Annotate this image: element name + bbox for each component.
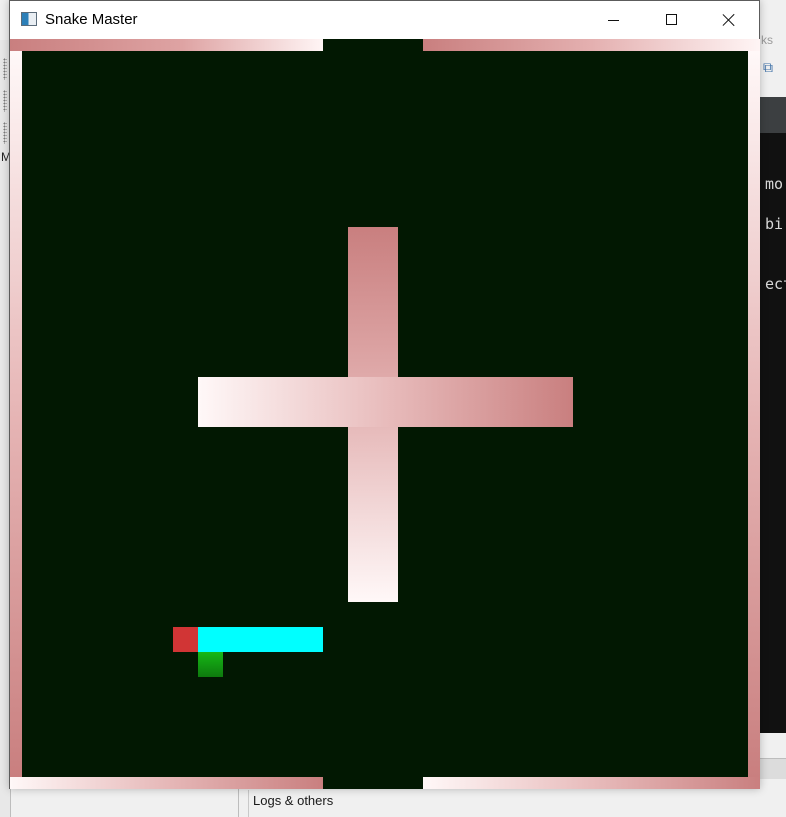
snake-body	[198, 627, 323, 652]
terminal-line: bi	[765, 215, 784, 233]
maximize-icon	[666, 14, 677, 25]
background-tab-bar	[760, 97, 786, 133]
minimize-button[interactable]	[584, 1, 642, 39]
snake-head	[173, 627, 198, 652]
logs-tab-label[interactable]: Logs & others	[253, 793, 333, 808]
game-board[interactable]	[10, 39, 760, 789]
terminal-line: mo	[765, 175, 784, 193]
terminal-line: ect	[765, 275, 786, 293]
background-scrollbar[interactable]	[760, 758, 786, 779]
window-title: Snake Master	[45, 11, 138, 28]
hierarchy-icon[interactable]: ⧉	[763, 58, 781, 76]
wall-right	[748, 51, 760, 777]
toolbar-grip[interactable]	[3, 90, 7, 112]
wall-bottom-right	[423, 777, 760, 789]
background-terminal: mo bi ect	[760, 133, 786, 733]
maximize-button[interactable]	[642, 1, 700, 39]
toolbar-grip[interactable]	[3, 122, 7, 144]
obstacle-cross-horizontal	[198, 377, 573, 427]
food-item	[198, 652, 223, 677]
close-icon	[722, 13, 736, 27]
minimize-icon	[608, 20, 619, 21]
toolbar-grip[interactable]	[3, 58, 7, 80]
wall-left	[10, 51, 22, 777]
title-bar[interactable]: Snake Master	[10, 1, 759, 39]
close-button[interactable]	[700, 1, 758, 39]
wall-top-left	[10, 39, 323, 51]
wall-bottom-left	[10, 777, 323, 789]
background-tab-label: ks	[761, 33, 773, 47]
app-icon	[21, 12, 37, 26]
wall-top-right	[423, 39, 760, 51]
